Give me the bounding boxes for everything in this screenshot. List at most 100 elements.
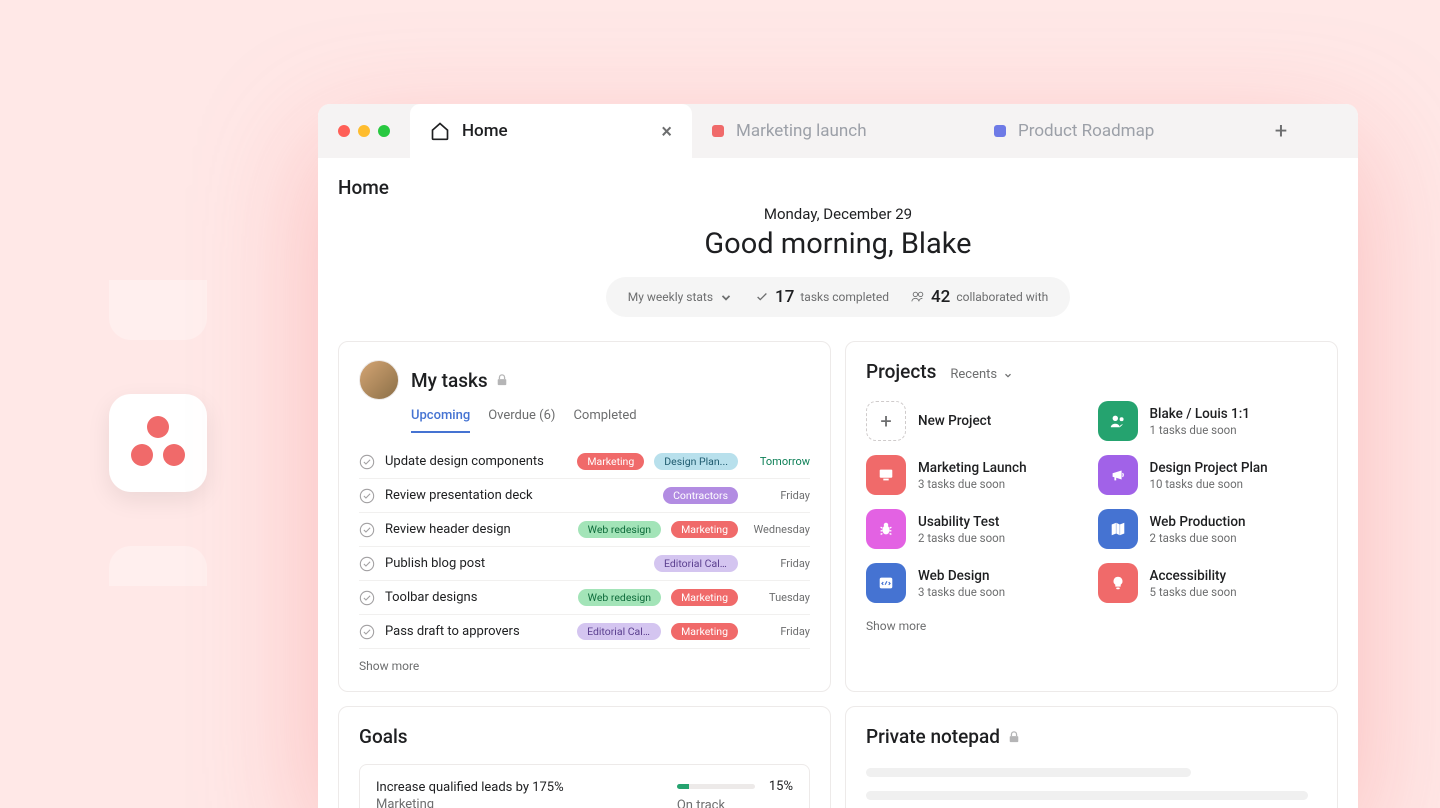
check-circle-icon[interactable] <box>359 522 375 538</box>
people-icon <box>911 290 925 304</box>
tab-label: Marketing launch <box>736 121 867 141</box>
check-circle-icon[interactable] <box>359 590 375 606</box>
my-tasks-title: My tasks <box>411 369 488 392</box>
minimize-window-button[interactable] <box>358 125 370 137</box>
task-name: Publish blog post <box>385 556 485 571</box>
goal-status: On track <box>677 798 793 808</box>
task-tag[interactable]: Web redesign <box>578 521 661 538</box>
dock-app-placeholder[interactable] <box>109 280 207 340</box>
project-item[interactable]: Web Design3 tasks due soon <box>866 563 1086 603</box>
dock-app-asana[interactable] <box>109 394 207 492</box>
monitor-icon <box>866 455 906 495</box>
project-item[interactable]: Design Project Plan10 tasks due soon <box>1098 455 1318 495</box>
my-tasks-card: My tasks Upcoming Overdue (6) Completed … <box>338 341 831 692</box>
task-tag[interactable]: Design Plan... <box>654 453 738 470</box>
task-tab-completed[interactable]: Completed <box>573 408 636 433</box>
check-circle-icon[interactable] <box>359 454 375 470</box>
task-due: Friday <box>748 625 810 638</box>
goal-title: Increase qualified leads by 175% <box>376 780 677 795</box>
task-due: Tomorrow <box>748 455 810 468</box>
dock-app-placeholder[interactable] <box>109 546 207 586</box>
task-tag[interactable]: Editorial Cal... <box>577 623 661 640</box>
tab-product-roadmap[interactable]: Product Roadmap <box>974 104 1256 158</box>
projects-title: Projects <box>866 360 936 383</box>
task-name: Toolbar designs <box>385 590 477 605</box>
task-row[interactable]: Update design components Marketing Design… <box>359 445 810 479</box>
project-name: Blake / Louis 1:1 <box>1150 406 1250 422</box>
bulb-icon <box>1098 563 1138 603</box>
tab-bar: Home × Marketing launch Product Roadmap … <box>318 104 1358 158</box>
task-row[interactable]: Review header design Web redesign Marketi… <box>359 513 810 547</box>
stats-pill: My weekly stats 17 tasks completed 42 co… <box>606 277 1071 317</box>
task-due: Friday <box>748 489 810 502</box>
task-due: Tuesday <box>748 591 810 604</box>
task-row[interactable]: Pass draft to approvers Editorial Cal...… <box>359 615 810 649</box>
projects-card: Projects Recents + New Project Blake / Lo… <box>845 341 1338 692</box>
project-name: Usability Test <box>918 514 1005 530</box>
hero-greeting: Good morning, Blake <box>338 227 1338 261</box>
check-circle-icon[interactable] <box>359 556 375 572</box>
task-tag[interactable]: Marketing <box>671 589 738 606</box>
project-item[interactable]: Blake / Louis 1:11 tasks due soon <box>1098 401 1318 441</box>
task-tag[interactable]: Editorial Cal... <box>654 555 738 572</box>
check-circle-icon[interactable] <box>359 488 375 504</box>
new-project-button[interactable]: + New Project <box>866 401 1086 441</box>
plus-icon: + <box>866 401 906 441</box>
new-tab-button[interactable]: + <box>1256 119 1306 144</box>
tab-home[interactable]: Home × <box>410 104 692 158</box>
check-circle-icon[interactable] <box>359 624 375 640</box>
task-tag[interactable]: Marketing <box>671 623 738 640</box>
project-name: Web Design <box>918 568 1005 584</box>
task-tab-overdue[interactable]: Overdue (6) <box>488 408 555 433</box>
project-subtitle: 3 tasks due soon <box>918 585 1005 599</box>
check-icon <box>755 290 769 304</box>
goal-percent: 15% <box>769 779 793 794</box>
code-icon <box>866 563 906 603</box>
project-subtitle: 2 tasks due soon <box>918 531 1005 545</box>
people-icon <box>1098 401 1138 441</box>
notepad-title: Private notepad <box>866 725 1000 748</box>
task-tag[interactable]: Web redesign <box>578 589 661 606</box>
tab-label: Product Roadmap <box>1018 121 1154 141</box>
projects-filter-dropdown[interactable]: Recents <box>950 367 1013 382</box>
task-tab-upcoming[interactable]: Upcoming <box>411 408 470 433</box>
notepad-content[interactable] <box>866 768 1317 808</box>
lock-icon <box>1008 731 1020 743</box>
project-item[interactable]: Marketing Launch3 tasks due soon <box>866 455 1086 495</box>
window-controls <box>318 125 410 137</box>
task-row[interactable]: Review presentation deck Contractors Fri… <box>359 479 810 513</box>
task-tag[interactable]: Marketing <box>671 521 738 538</box>
close-tab-icon[interactable]: × <box>661 119 672 143</box>
task-name: Review presentation deck <box>385 488 533 503</box>
page-title: Home <box>338 176 1338 199</box>
tasks-show-more[interactable]: Show more <box>359 659 810 673</box>
task-row[interactable]: Toolbar designs Web redesign Marketing Tu… <box>359 581 810 615</box>
goal-subtitle: Marketing <box>376 797 677 808</box>
goal-item[interactable]: Increase qualified leads by 175% Marketi… <box>359 764 810 808</box>
goals-title: Goals <box>359 725 810 748</box>
task-name: Update design components <box>385 454 544 469</box>
task-name: Review header design <box>385 522 511 537</box>
project-item[interactable]: Accessibility5 tasks due soon <box>1098 563 1318 603</box>
app-window: Home × Marketing launch Product Roadmap … <box>318 104 1358 808</box>
projects-show-more[interactable]: Show more <box>866 619 1317 633</box>
task-tag[interactable]: Contractors <box>663 487 738 504</box>
project-name: New Project <box>918 413 991 429</box>
task-row[interactable]: Publish blog post Editorial Cal... Frida… <box>359 547 810 581</box>
maximize-window-button[interactable] <box>378 125 390 137</box>
avatar[interactable] <box>359 360 399 400</box>
project-item[interactable]: Usability Test2 tasks due soon <box>866 509 1086 549</box>
close-window-button[interactable] <box>338 125 350 137</box>
project-name: Web Production <box>1150 514 1246 530</box>
asana-logo-icon <box>129 414 187 472</box>
stats-filter-dropdown[interactable]: My weekly stats <box>628 290 733 304</box>
stats-collaborated: 42 collaborated with <box>911 287 1048 307</box>
project-item[interactable]: Web Production2 tasks due soon <box>1098 509 1318 549</box>
task-due: Friday <box>748 557 810 570</box>
tab-marketing-launch[interactable]: Marketing launch <box>692 104 974 158</box>
stats-completed: 17 tasks completed <box>755 287 889 307</box>
task-tag[interactable]: Marketing <box>577 453 644 470</box>
tab-color-icon <box>994 125 1006 137</box>
home-icon <box>430 121 450 141</box>
bug-icon <box>866 509 906 549</box>
